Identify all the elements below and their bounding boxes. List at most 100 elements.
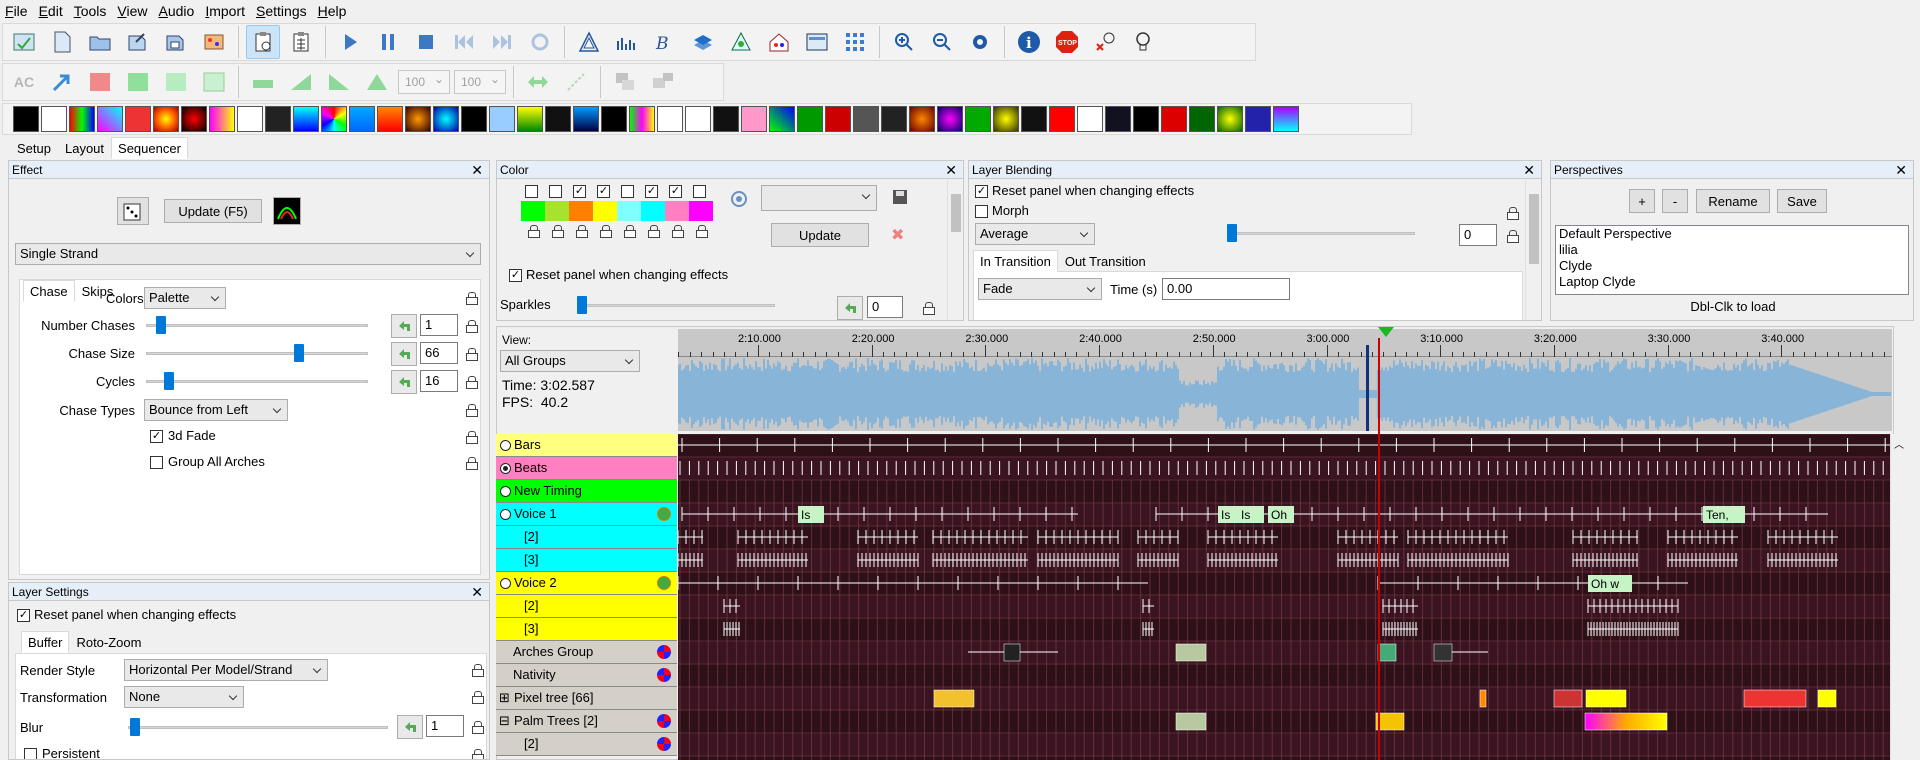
sequencer-row-label[interactable]: Nativity — [496, 664, 677, 687]
menu-view[interactable]: View — [113, 0, 154, 22]
effect-palette-icon[interactable] — [1189, 106, 1215, 132]
effect-palette-icon[interactable] — [713, 106, 739, 132]
effect-preview-icon[interactable] — [273, 197, 301, 225]
zoom-in-icon[interactable] — [887, 25, 921, 59]
undo-icon[interactable] — [837, 296, 863, 320]
effect-palette-icon[interactable] — [629, 106, 655, 132]
cycles-input[interactable]: 16 — [420, 370, 458, 392]
effect-palette-icon[interactable] — [461, 106, 487, 132]
effect-palette-icon[interactable] — [181, 106, 207, 132]
sequencer-row-label[interactable]: ⊞ Pixel tree [66] — [496, 687, 677, 710]
ungroup-icon[interactable] — [646, 65, 680, 99]
palette-color-checkbox[interactable] — [525, 185, 538, 198]
palette-color-swatch[interactable] — [545, 201, 569, 221]
lock-icon[interactable] — [600, 225, 612, 238]
morph-checkbox[interactable] — [975, 205, 988, 218]
house-preview-icon[interactable] — [610, 25, 644, 59]
lock-icon[interactable] — [624, 225, 636, 238]
menu-edit[interactable]: Edit — [35, 0, 70, 22]
tab-out-transition[interactable]: Out Transition — [1058, 250, 1153, 272]
audio-waveform[interactable] — [677, 357, 1892, 431]
lock-icon[interactable] — [696, 225, 708, 238]
palette-color-swatch[interactable] — [593, 201, 617, 221]
tab-sequencer[interactable]: Sequencer — [111, 137, 188, 159]
lock-icon[interactable] — [466, 320, 478, 333]
effect-palette-icon[interactable] — [153, 106, 179, 132]
sequencer-row-label[interactable]: [2] — [496, 595, 677, 618]
lights-off-icon[interactable] — [1088, 25, 1122, 59]
3d-fade-checkbox[interactable]: ✓ — [150, 430, 163, 443]
blend-reset-checkbox[interactable]: ✓ — [975, 185, 988, 198]
lock-icon[interactable] — [466, 431, 478, 444]
cycles-slider-thumb[interactable] — [164, 372, 174, 390]
effect-type-select[interactable]: Single Strand — [15, 243, 481, 265]
effect-palette-icon[interactable] — [741, 106, 767, 132]
effect-palette-icon[interactable] — [881, 106, 907, 132]
chase-size-slider[interactable] — [146, 352, 368, 355]
sequencer-row-label[interactable]: [2] — [496, 733, 677, 756]
number-chases-slider-thumb[interactable] — [156, 316, 166, 334]
render-style-select[interactable]: Horizontal Per Model/Strand — [124, 659, 328, 681]
palette-color-checkbox[interactable] — [549, 185, 562, 198]
effect-palette-icon[interactable] — [125, 106, 151, 132]
fast-forward-icon[interactable] — [485, 25, 519, 59]
undo-icon[interactable] — [391, 314, 417, 338]
color-update-button[interactable]: Update — [771, 223, 869, 247]
menu-help[interactable]: Help — [314, 0, 354, 22]
blending-scrollbar[interactable] — [1525, 180, 1541, 320]
effect-palette-icon[interactable] — [909, 106, 935, 132]
effect-palette-icon[interactable] — [97, 106, 123, 132]
effect-palette-icon[interactable] — [405, 106, 431, 132]
palette-color-swatch[interactable] — [665, 201, 689, 221]
close-icon[interactable]: ✕ — [1895, 161, 1907, 179]
lock-icon[interactable] — [466, 348, 478, 361]
stop-icon[interactable] — [409, 25, 443, 59]
timing-track-radio[interactable] — [500, 440, 511, 451]
blend-slider-thumb[interactable] — [1227, 224, 1237, 242]
palette-color-checkbox[interactable] — [693, 185, 706, 198]
effect-palette-icon[interactable] — [1133, 106, 1159, 132]
ramp-down-icon[interactable] — [322, 65, 356, 99]
list-item[interactable]: lilia — [1556, 242, 1908, 258]
palette-color-swatch[interactable] — [569, 201, 593, 221]
model-group-icon[interactable] — [657, 645, 671, 659]
effect-palette-icon[interactable] — [853, 106, 879, 132]
lock-icon[interactable] — [576, 225, 588, 238]
remove-perspective-button[interactable]: - — [1662, 189, 1688, 213]
effect-palette-icon[interactable] — [1077, 106, 1103, 132]
info-icon[interactable]: i — [1012, 25, 1046, 59]
menu-tools[interactable]: Tools — [70, 0, 114, 22]
group-icon[interactable] — [608, 65, 642, 99]
model-group-icon[interactable] — [657, 668, 671, 682]
perspectives-list[interactable]: Default Perspective lilia Clyde Laptop C… — [1555, 225, 1909, 295]
pause-icon[interactable] — [371, 25, 405, 59]
menu-file[interactable]: File — [0, 0, 35, 22]
lock-icon[interactable] — [472, 721, 484, 734]
effect-palette-icon[interactable] — [1161, 106, 1187, 132]
palette-color-checkbox[interactable]: ✓ — [597, 185, 610, 198]
effect-palette-icon[interactable] — [1021, 106, 1047, 132]
lock-icon[interactable] — [648, 225, 660, 238]
effect-palette-icon[interactable] — [237, 106, 263, 132]
expand-width-icon[interactable] — [521, 65, 555, 99]
tab-in-transition[interactable]: In Transition — [973, 250, 1058, 272]
save-as-icon[interactable] — [159, 25, 193, 59]
effect-palette-icon[interactable] — [489, 106, 515, 132]
effect-palette-icon[interactable] — [209, 106, 235, 132]
color-reset-checkbox[interactable]: ✓ — [509, 269, 522, 282]
palette-color-checkbox[interactable]: ✓ — [573, 185, 586, 198]
blur-slider-thumb[interactable] — [130, 718, 140, 736]
persistent-checkbox[interactable] — [24, 748, 37, 759]
voice-face-icon[interactable] — [657, 507, 671, 521]
save-perspective-button[interactable]: Save — [1777, 189, 1827, 213]
effect-palette-icon[interactable] — [965, 106, 991, 132]
add-perspective-button[interactable]: + — [1629, 189, 1655, 213]
close-icon[interactable]: ✕ — [471, 583, 483, 601]
stairs-icon[interactable] — [559, 65, 593, 99]
effect-palette-icon[interactable] — [433, 106, 459, 132]
save-palette-icon[interactable] — [892, 189, 910, 207]
transition-time-input[interactable]: 0.00 — [1162, 278, 1290, 300]
lock-icon[interactable] — [472, 664, 484, 677]
menu-settings[interactable]: Settings — [252, 0, 314, 22]
effect-palette-icon[interactable] — [1217, 106, 1243, 132]
